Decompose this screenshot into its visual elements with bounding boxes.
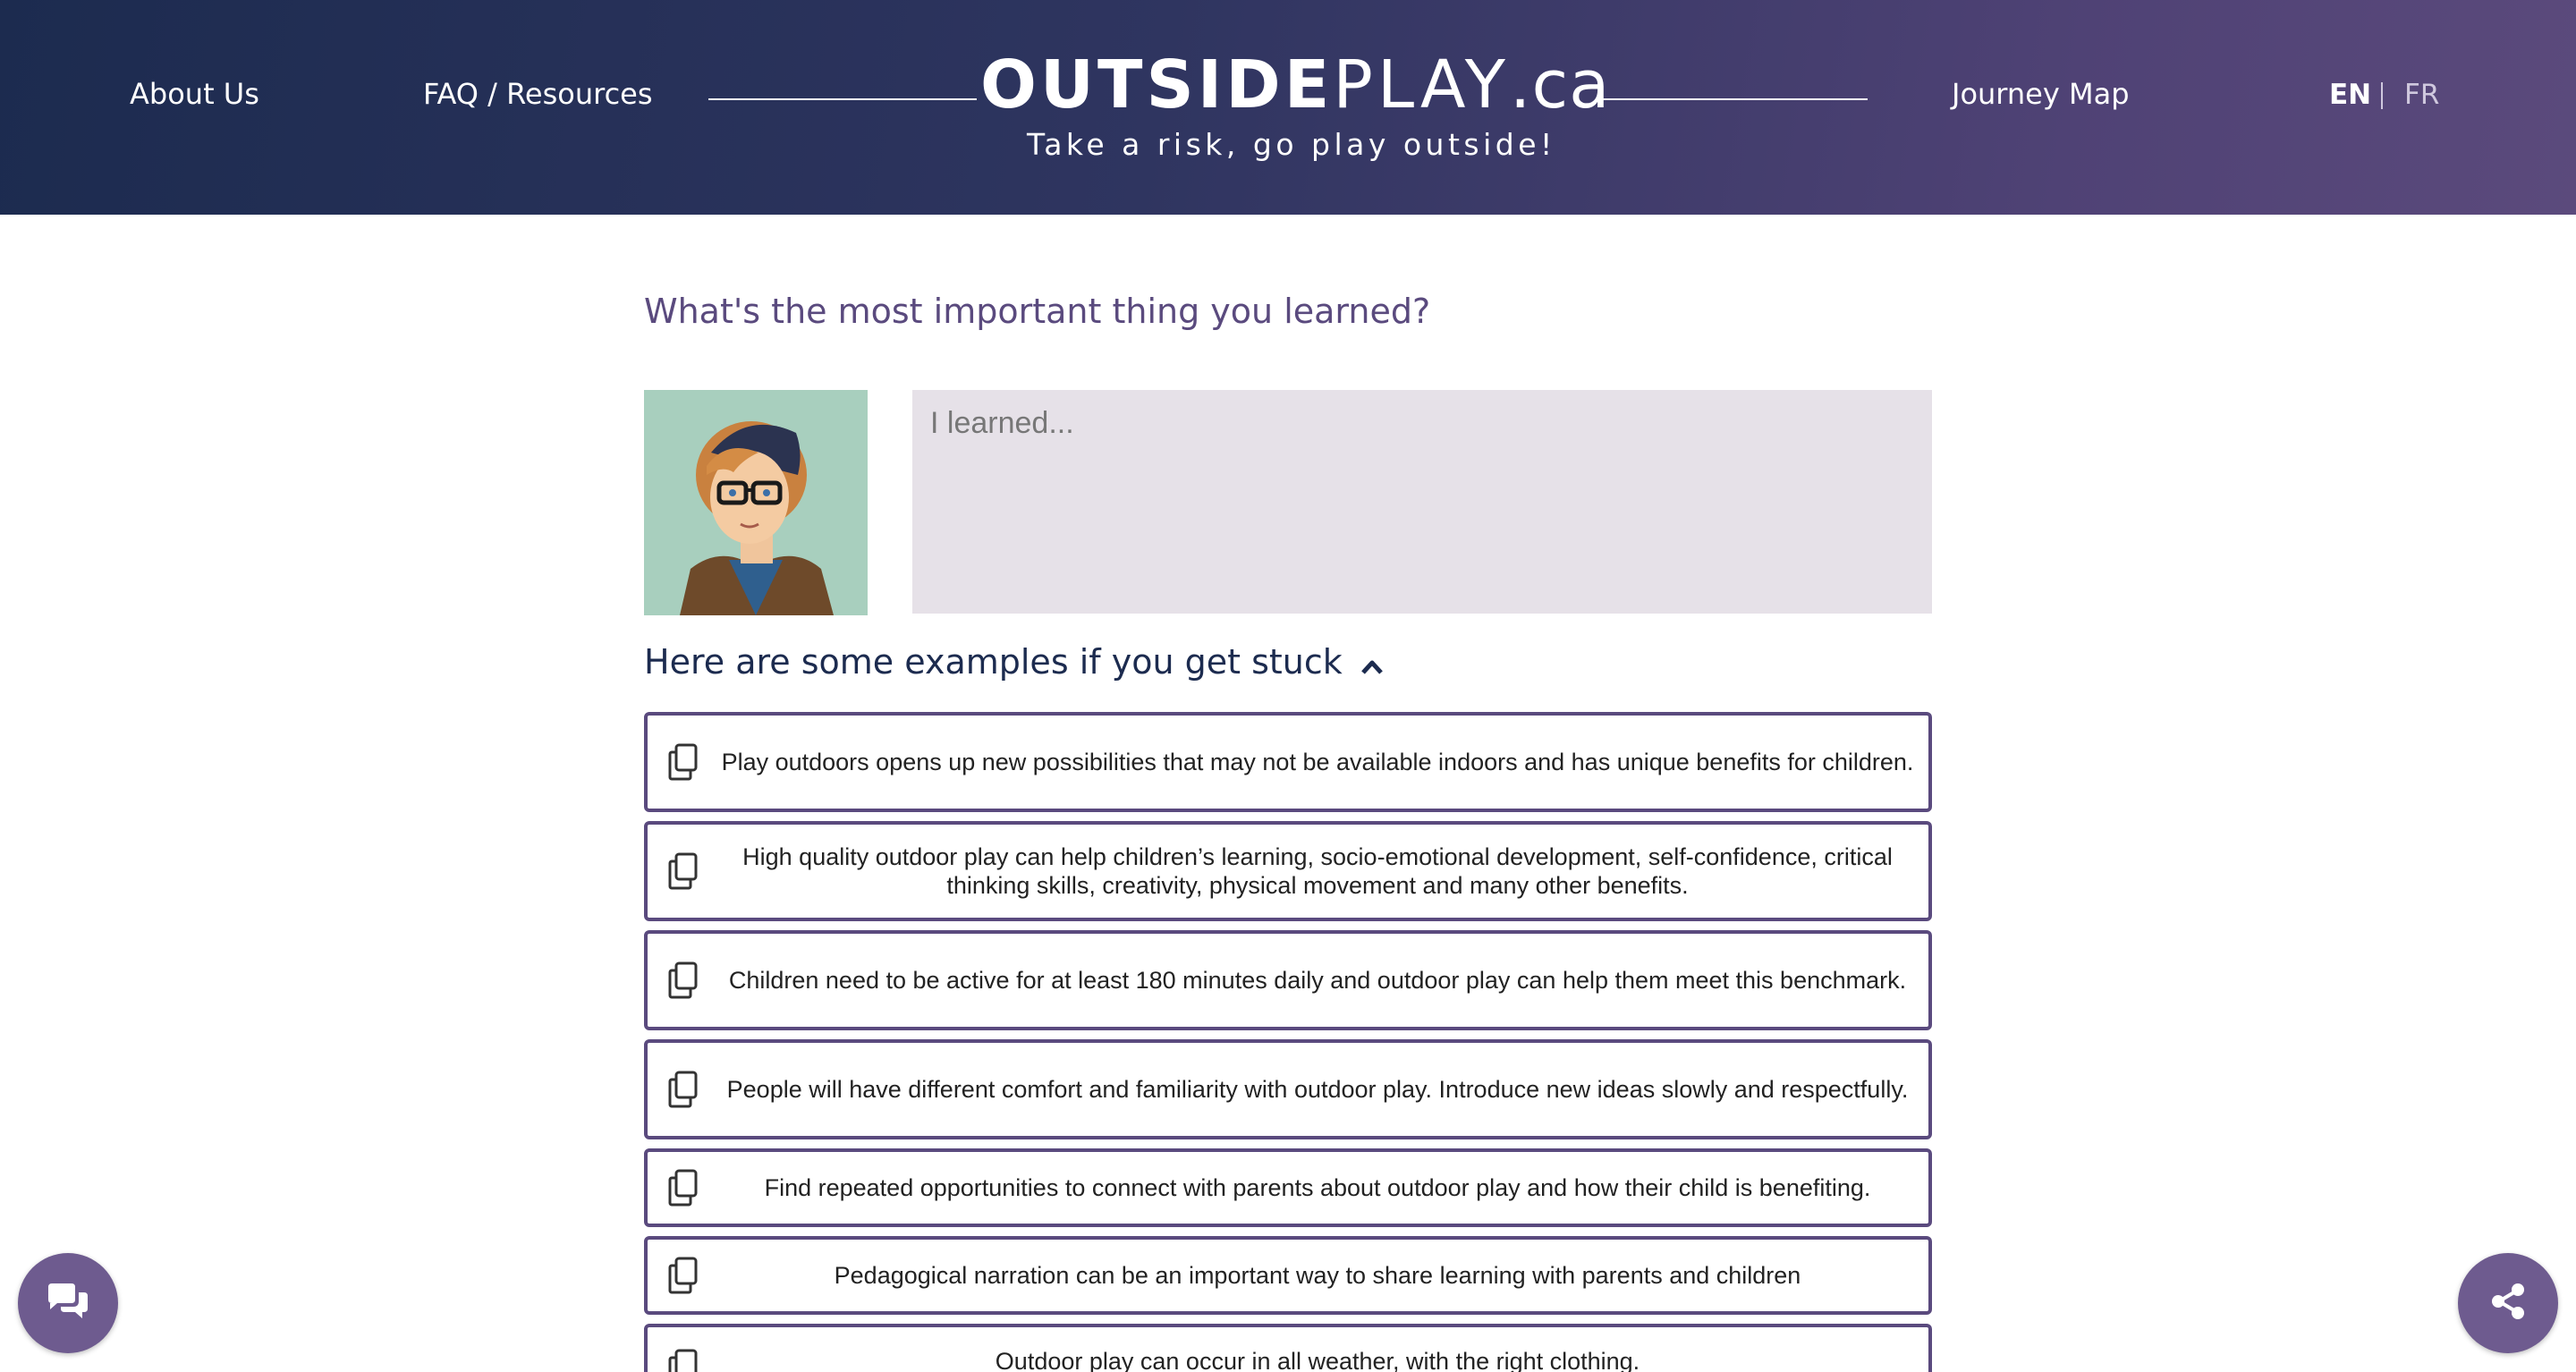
- reflection-question: What's the most important thing you lear…: [644, 292, 1431, 331]
- logo-tagline: Take a risk, go play outside!: [1027, 127, 1556, 162]
- example-item-3[interactable]: Children need to be active for at least …: [644, 930, 1932, 1030]
- example-item-7[interactable]: Outdoor play can occur in all weather, w…: [644, 1324, 1932, 1372]
- logo-divider-right: [1601, 98, 1868, 100]
- example-text: People will have different comfort and f…: [726, 1076, 1909, 1103]
- example-text: Find repeated opportunities to connect w…: [764, 1174, 1871, 1201]
- example-item-6[interactable]: Pedagogical narration can be an importan…: [644, 1236, 1932, 1315]
- examples-toggle[interactable]: Here are some examples if you get stuck: [644, 642, 1384, 684]
- copy-icon[interactable]: [648, 741, 719, 783]
- example-text: Pedagogical narration can be an importan…: [834, 1262, 1801, 1289]
- example-item-1[interactable]: Play outdoors opens up new possibilities…: [644, 712, 1932, 812]
- copy-icon[interactable]: [648, 851, 719, 892]
- copy-icon[interactable]: [648, 960, 719, 1001]
- example-text: Outdoor play can occur in all weather, w…: [995, 1348, 1640, 1372]
- avatar: [644, 390, 868, 615]
- lang-en[interactable]: EN: [2329, 79, 2371, 111]
- learned-answer-input[interactable]: [912, 390, 1932, 614]
- site-logo[interactable]: OUTSIDEPLAY.ca: [980, 52, 1610, 118]
- copy-icon[interactable]: [648, 1167, 719, 1208]
- nav-journey-map[interactable]: Journey Map: [1952, 77, 2130, 111]
- site-header: About Us FAQ / Resources OUTSIDEPLAY.ca …: [0, 0, 2576, 215]
- example-item-4[interactable]: People will have different comfort and f…: [644, 1039, 1932, 1139]
- example-item-2[interactable]: High quality outdoor play can help child…: [644, 821, 1932, 921]
- example-text: Play outdoors opens up new possibilities…: [721, 749, 1914, 775]
- chat-icon: [45, 1282, 91, 1325]
- share-button[interactable]: [2458, 1253, 2558, 1353]
- nav-faq-resources[interactable]: FAQ / Resources: [423, 77, 653, 111]
- logo-divider-left: [708, 98, 977, 100]
- example-text: High quality outdoor play can help child…: [742, 843, 1893, 899]
- copy-icon[interactable]: [648, 1069, 719, 1110]
- chevron-up-icon: [1360, 645, 1384, 684]
- copy-icon[interactable]: [648, 1347, 719, 1372]
- nav-about-us[interactable]: About Us: [130, 77, 259, 111]
- logo-ext: .ca: [1509, 47, 1611, 123]
- share-icon: [2488, 1282, 2528, 1325]
- example-item-5[interactable]: Find repeated opportunities to connect w…: [644, 1148, 1932, 1227]
- lang-divider: [2381, 82, 2383, 109]
- examples-toggle-label: Here are some examples if you get stuck: [644, 642, 1343, 682]
- chat-button[interactable]: [18, 1253, 118, 1353]
- lang-fr[interactable]: FR: [2404, 79, 2439, 111]
- logo-outside: OUTSIDE: [980, 47, 1334, 123]
- example-text: Children need to be active for at least …: [728, 967, 1907, 994]
- copy-icon[interactable]: [648, 1255, 719, 1296]
- logo-play: PLAY: [1333, 47, 1510, 123]
